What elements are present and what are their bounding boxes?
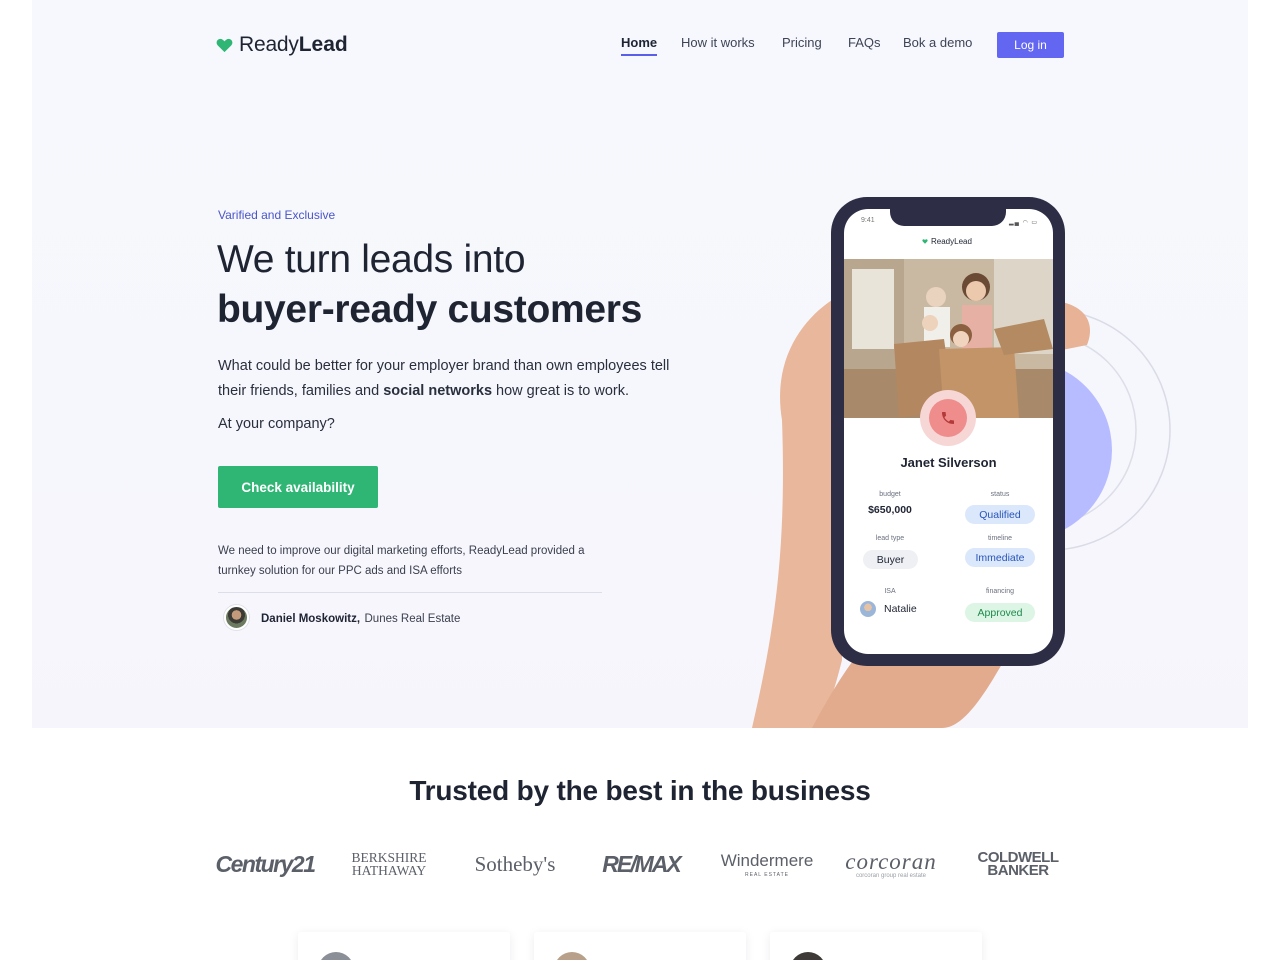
testimonial-card [770, 932, 982, 960]
status-label: status [990, 491, 1010, 498]
hero-description-part2: how great is to work. [492, 383, 630, 399]
hero-description-bold: social networks [383, 383, 493, 399]
hero-description: What could be better for your employer b… [218, 354, 688, 404]
lead-type-badge: Buyer [863, 550, 918, 569]
lead-type-label: lead type [875, 535, 905, 542]
berkshire-hathaway-logo: BERKSHIRE HATHAWAY [343, 840, 435, 888]
isa-label: ISA [884, 588, 896, 595]
isa-value: Natalie [884, 603, 917, 615]
sothebys-logo: Sotheby's [474, 851, 556, 876]
corcoran-sub: corcoran group real estate [855, 873, 927, 879]
coldwell-banker-logo: COLDWELL BANKER [972, 840, 1064, 888]
remax-logo: RE/MAX [602, 850, 681, 877]
avatar [224, 605, 249, 630]
heart-icon [922, 239, 928, 244]
avatar [554, 952, 590, 960]
avatar [318, 952, 354, 960]
check-availability-button[interactable]: Check availability [218, 466, 378, 508]
testimonial-card [298, 932, 510, 960]
avatar [790, 952, 826, 960]
avatar [860, 601, 876, 617]
windermere-sub: REAL ESTATE [745, 871, 789, 878]
call-button[interactable] [920, 390, 976, 446]
nav-item-pricing[interactable]: Pricing [782, 35, 822, 50]
timeline-badge: Immediate [965, 548, 1035, 567]
nav-item-home[interactable]: Home [621, 35, 658, 56]
phone-notch [890, 209, 1006, 226]
nav-item-faqs[interactable]: FAQs [848, 35, 881, 50]
testimonial-author: Daniel Moskowitz, Dunes Real Estate [224, 605, 460, 630]
signal-wifi-battery-icon: ▂▄ ◠ ▭ [1009, 220, 1039, 226]
status-badge: Qualified [965, 505, 1035, 524]
testimonial-divider [218, 592, 602, 593]
windermere-logo: Windermere REAL ESTATE [720, 840, 814, 888]
phone-time: 9:41 [861, 217, 875, 224]
corcoran-logo: corcoran corcoran group real estate [845, 840, 937, 888]
hero-eyebrow: Varified and Exclusive [218, 208, 336, 222]
login-button[interactable]: Log in [997, 32, 1064, 58]
budget-label: budget [879, 491, 901, 498]
testimonial-quote: We need to improve our digital marketing… [218, 545, 585, 577]
timeline-label: timeline [987, 535, 1013, 542]
testimonial-name: Daniel Moskowitz, [261, 612, 361, 625]
corcoran-name: corcoran [845, 849, 937, 874]
brand-name-part1: Ready [239, 33, 299, 56]
nav-item-book-demo[interactable]: Bok a demo [903, 35, 972, 50]
century21-logo: Century21 [215, 850, 316, 877]
financing-badge: Approved [965, 603, 1035, 622]
budget-value: $650,000 [868, 504, 912, 516]
hero-question: At your company? [218, 416, 335, 432]
coldwell-line2: BANKER [987, 862, 1049, 879]
testimonial-company: Dunes Real Estate [364, 612, 461, 625]
hero-title-line2: buyer-ready customers [217, 288, 643, 331]
partner-logos: Century21 BERKSHIRE HATHAWAY Sotheby's RE… [215, 840, 1064, 888]
trusted-heading: Trusted by the best in the business [409, 775, 871, 806]
contact-name: Janet Silverson [900, 455, 997, 470]
berkshire-line2: HATHAWAY [351, 863, 427, 878]
financing-label: financing [985, 588, 1015, 595]
brand-name-part2: Lead [298, 33, 348, 56]
isa-agent: Natalie [860, 601, 917, 617]
windermere-name: Windermere [720, 850, 814, 870]
brand-logo[interactable]: Ready Lead [216, 33, 348, 57]
phone-app-brand: ReadyLead [922, 237, 972, 246]
phone-app-brand-label: ReadyLead [931, 237, 972, 246]
hero-title-line1: We turn leads into [217, 238, 526, 281]
heart-icon [216, 38, 233, 52]
phone-icon [942, 412, 954, 424]
nav-item-how-it-works[interactable]: How it works [681, 35, 755, 50]
testimonial-card [534, 932, 746, 960]
